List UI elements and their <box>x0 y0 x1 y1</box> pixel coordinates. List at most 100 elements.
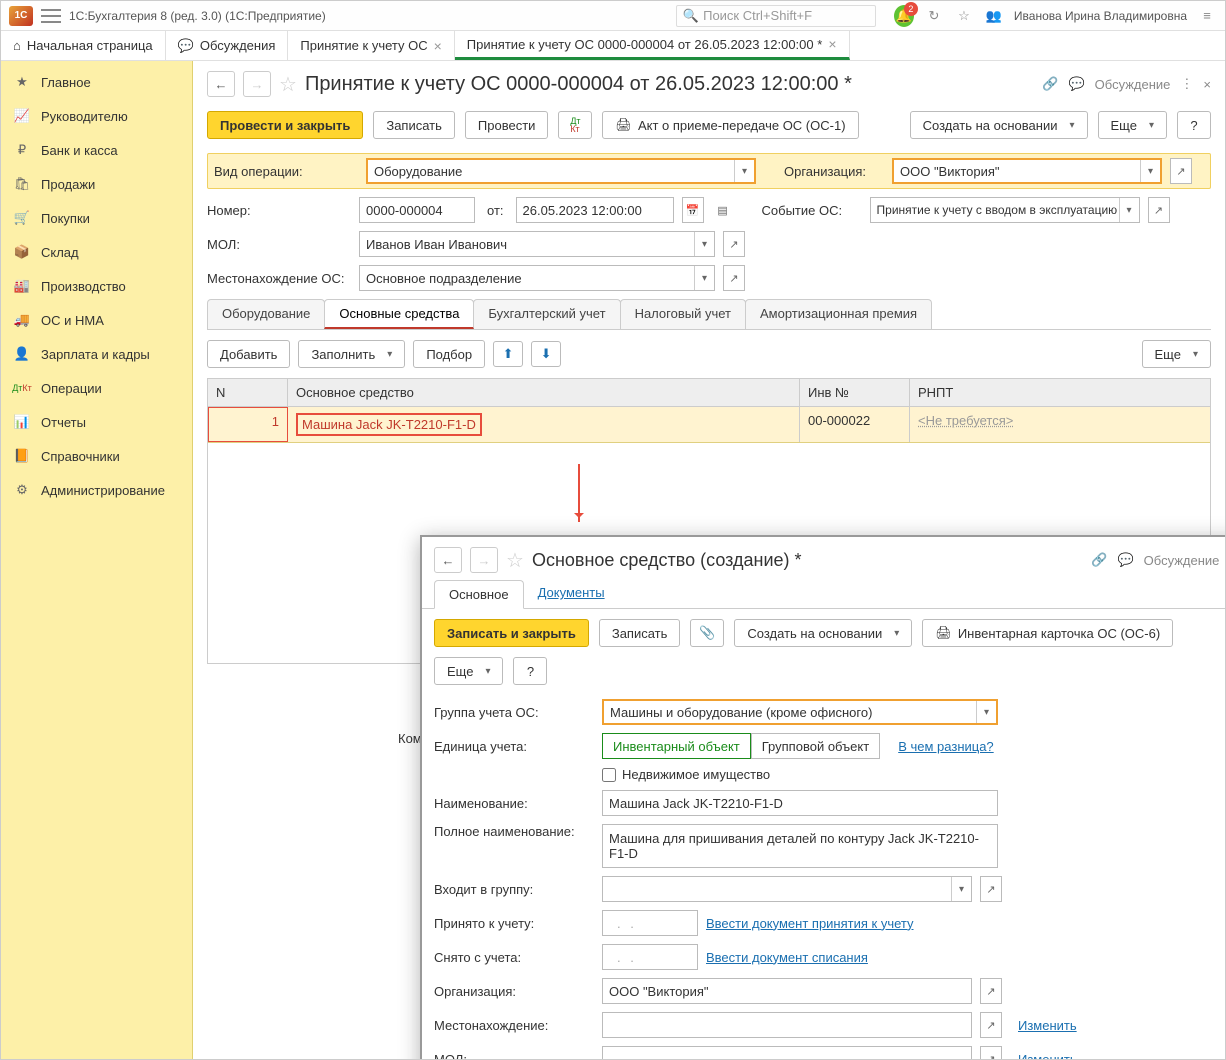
fullname-field[interactable]: Машина для пришивания деталей по контуру… <box>602 824 998 868</box>
removed-doc-link[interactable]: Ввести документ списания <box>706 950 868 965</box>
user-icon[interactable]: 👥 <box>984 6 1004 26</box>
sidebar-item-hr[interactable]: 👤Зарплата и кадры <box>1 337 192 371</box>
print-act-button[interactable]: 🖨Акт о приеме-передаче ОС (ОС-1) <box>602 111 858 139</box>
open-icon[interactable]: ↗ <box>980 876 1002 902</box>
dtkt-button[interactable]: ДтКт <box>558 111 592 139</box>
open-icon[interactable]: ↗ <box>980 1012 1002 1038</box>
chevron-down-icon[interactable]: ▾ <box>1140 160 1160 182</box>
unit-help-link[interactable]: В чем разница? <box>898 739 993 754</box>
unit-inventory-toggle[interactable]: Инвентарный объект <box>602 733 751 759</box>
realestate-checkbox[interactable]: Недвижимое имущество <box>602 767 770 782</box>
favorite-star-icon[interactable]: ☆ <box>279 72 297 97</box>
add-button[interactable]: Добавить <box>207 340 290 368</box>
fill-button[interactable]: Заполнить <box>298 340 405 368</box>
name-field[interactable]: Машина Jack JK-T2210-F1-D <box>602 790 998 816</box>
post-button[interactable]: Провести <box>465 111 549 139</box>
more-button[interactable]: Еще <box>1142 340 1211 368</box>
close-icon[interactable]: × <box>828 36 836 52</box>
mol-change-link[interactable]: Изменить <box>1018 1052 1077 1060</box>
location-select[interactable]: Основное подразделение ▾ <box>359 265 715 291</box>
menu-icon[interactable] <box>41 7 61 25</box>
sidebar-item-admin[interactable]: ⚙Администрирование <box>1 473 192 507</box>
tab-discussions[interactable]: 💬 Обсуждения <box>166 31 289 60</box>
col-asset[interactable]: Основное средство <box>288 379 800 406</box>
chevron-down-icon[interactable]: ▾ <box>1119 198 1139 222</box>
create-based-button[interactable]: Создать на основании <box>734 619 912 647</box>
cell-asset[interactable]: Машина Jack JK-T2210-F1-D <box>288 407 800 442</box>
create-based-button[interactable]: Создать на основании <box>910 111 1088 139</box>
cell-rnpt[interactable]: <Не требуется> <box>910 407 1210 442</box>
save-close-button[interactable]: Записать и закрыть <box>434 619 589 647</box>
tab-equipment[interactable]: Оборудование <box>207 299 325 329</box>
discuss-icon[interactable]: 💬 <box>1117 552 1133 568</box>
help-button[interactable]: ? <box>1177 111 1211 139</box>
tab-os-list[interactable]: Принятие к учету ОС × <box>288 31 454 60</box>
sidebar-item-production[interactable]: 🏭Производство <box>1 269 192 303</box>
unit-group-toggle[interactable]: Групповой объект <box>751 733 880 759</box>
sidebar-item-catalogs[interactable]: 📙Справочники <box>1 439 192 473</box>
open-icon[interactable]: ↗ <box>723 265 745 291</box>
save-button[interactable]: Записать <box>373 111 455 139</box>
chevron-down-icon[interactable]: ▾ <box>734 160 754 182</box>
discuss-label[interactable]: Обсуждение <box>1095 77 1171 92</box>
nav-forward-button[interactable]: → <box>243 71 271 97</box>
list-icon[interactable]: ▤ <box>712 197 734 223</box>
open-icon[interactable]: ↗ <box>1148 197 1170 223</box>
close-icon[interactable]: × <box>1203 77 1211 92</box>
attach-button[interactable]: 📎 <box>690 619 724 647</box>
discuss-label[interactable]: Обсуждение <box>1144 553 1220 568</box>
accepted-doc-link[interactable]: Ввести документ принятия к учету <box>706 916 914 931</box>
org-select[interactable]: ООО "Виктория" ▾ <box>892 158 1162 184</box>
nav-forward-button[interactable]: → <box>470 547 498 573</box>
popup-tab-docs[interactable]: Документы <box>524 579 619 608</box>
sidebar-item-stock[interactable]: 📦Склад <box>1 235 192 269</box>
window-menu-icon[interactable]: ≡ <box>1197 8 1217 23</box>
nav-back-button[interactable]: ← <box>207 71 235 97</box>
link-icon[interactable]: 🔗 <box>1091 552 1107 568</box>
op-type-select[interactable]: Оборудование ▾ <box>366 158 756 184</box>
group-select[interactable]: Машины и оборудование (кроме офисного) ▾ <box>602 699 998 725</box>
accepted-date-field[interactable]: . . <box>602 910 698 936</box>
more-button[interactable]: Еще <box>1098 111 1167 139</box>
loc-change-link[interactable]: Изменить <box>1018 1018 1077 1033</box>
tab-tax[interactable]: Налоговый учет <box>620 299 746 329</box>
nav-back-button[interactable]: ← <box>434 547 462 573</box>
sidebar-item-purchases[interactable]: 🛒Покупки <box>1 201 192 235</box>
rnpt-link[interactable]: <Не требуется> <box>918 413 1013 428</box>
favorite-icon[interactable]: ☆ <box>954 6 974 26</box>
favorite-star-icon[interactable]: ☆ <box>506 548 524 573</box>
sidebar-item-operations[interactable]: ДтКтОперации <box>1 371 192 405</box>
tab-accounting[interactable]: Бухгалтерский учет <box>473 299 620 329</box>
move-down-button[interactable]: ⬇ <box>531 341 561 367</box>
popup-mol-field[interactable] <box>602 1046 972 1059</box>
col-n[interactable]: N <box>208 379 288 406</box>
date-field[interactable]: 26.05.2023 12:00:00 <box>516 197 674 223</box>
sidebar-item-os[interactable]: 🚚ОС и НМА <box>1 303 192 337</box>
col-rnpt[interactable]: РНПТ <box>910 379 1210 406</box>
table-row[interactable]: 1 Машина Jack JK-T2210-F1-D 00-000022 <Н… <box>208 407 1210 443</box>
chevron-down-icon[interactable]: ▾ <box>694 266 714 290</box>
ingroup-select[interactable]: ▾ <box>602 876 972 902</box>
link-icon[interactable]: 🔗 <box>1042 76 1058 92</box>
notifications-icon[interactable]: 🔔 2 <box>894 6 914 26</box>
pick-button[interactable]: Подбор <box>413 340 485 368</box>
more-button[interactable]: Еще <box>434 657 503 685</box>
sidebar-item-reports[interactable]: 📊Отчеты <box>1 405 192 439</box>
global-search[interactable]: 🔍 Поиск Ctrl+Shift+F <box>676 5 876 27</box>
sidebar-item-sales[interactable]: 🛍Продажи <box>1 167 192 201</box>
removed-date-field[interactable]: . . <box>602 944 698 970</box>
number-field[interactable]: 0000-000004 <box>359 197 475 223</box>
history-icon[interactable]: ↻ <box>924 6 944 26</box>
tab-os-doc[interactable]: Принятие к учету ОС 0000-000004 от 26.05… <box>455 31 850 60</box>
event-select[interactable]: Принятие к учету с вводом в эксплуатацию… <box>870 197 1140 223</box>
popup-loc-field[interactable] <box>602 1012 972 1038</box>
checkbox-input[interactable] <box>602 768 616 782</box>
tab-premium[interactable]: Амортизационная премия <box>745 299 932 329</box>
close-icon[interactable]: × <box>434 38 442 54</box>
save-button[interactable]: Записать <box>599 619 681 647</box>
chevron-down-icon[interactable]: ▾ <box>976 701 996 723</box>
sidebar-item-manager[interactable]: 📈Руководителю <box>1 99 192 133</box>
print-card-button[interactable]: 🖨Инвентарная карточка ОС (ОС-6) <box>922 619 1173 647</box>
col-inv[interactable]: Инв № <box>800 379 910 406</box>
tab-home[interactable]: ⌂ Начальная страница <box>1 31 166 60</box>
